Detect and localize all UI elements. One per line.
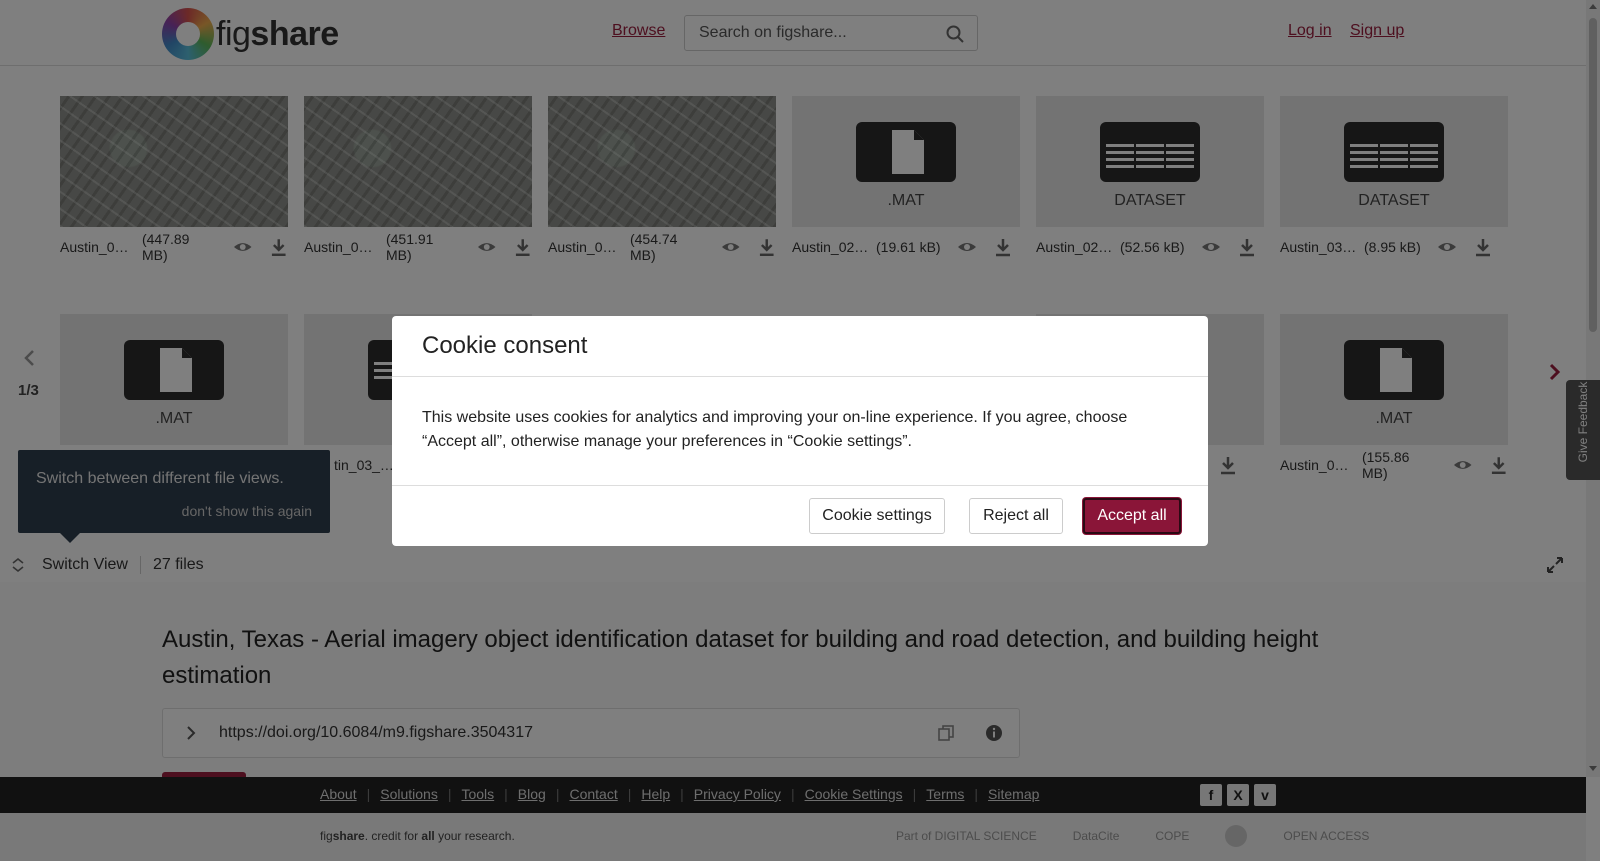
cookie-settings-button[interactable]: Cookie settings — [809, 498, 945, 534]
reject-all-button[interactable]: Reject all — [969, 498, 1063, 534]
dialog-title: Cookie consent — [422, 332, 588, 359]
accept-all-button[interactable]: Accept all — [1083, 498, 1181, 534]
dialog-body: This website uses cookies for analytics … — [422, 409, 1128, 450]
cookie-consent-dialog: Cookie consent This website uses cookies… — [392, 316, 1208, 546]
divider — [392, 485, 1208, 486]
divider — [392, 376, 1208, 377]
